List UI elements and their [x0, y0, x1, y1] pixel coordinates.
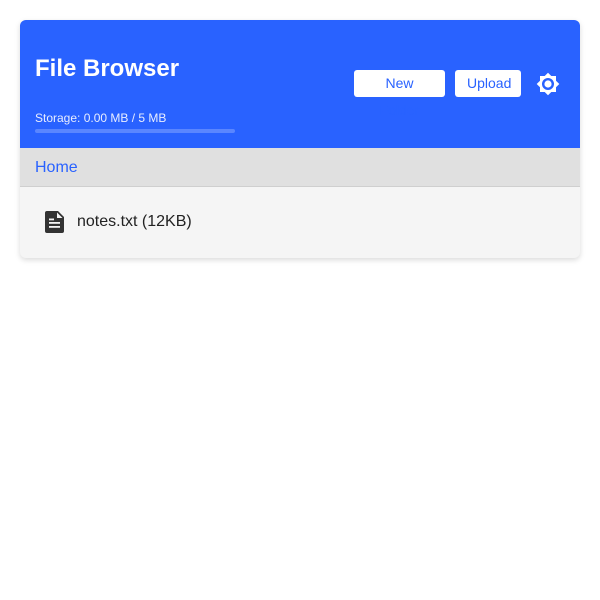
app-header: File Browser Storage: 0.00 MB / 5 MB New… — [20, 20, 580, 148]
new-folder-button[interactable]: New Folder — [354, 70, 445, 118]
upload-button[interactable]: Upload — [455, 70, 521, 97]
list-item[interactable]: notes.txt (12KB) — [45, 209, 192, 235]
file-name: notes.txt (12KB) — [77, 213, 192, 230]
file-text-icon — [45, 211, 65, 233]
breadcrumb: Home — [20, 148, 580, 187]
file-browser-app: File Browser Storage: 0.00 MB / 5 MB New… — [20, 20, 580, 258]
breadcrumb-item-home[interactable]: Home — [35, 158, 78, 178]
storage-status: Storage: 0.00 MB / 5 MB — [35, 111, 167, 125]
app-title: File Browser — [35, 55, 180, 82]
brightness-icon[interactable] — [536, 72, 560, 96]
storage-progress-bar — [35, 129, 235, 133]
